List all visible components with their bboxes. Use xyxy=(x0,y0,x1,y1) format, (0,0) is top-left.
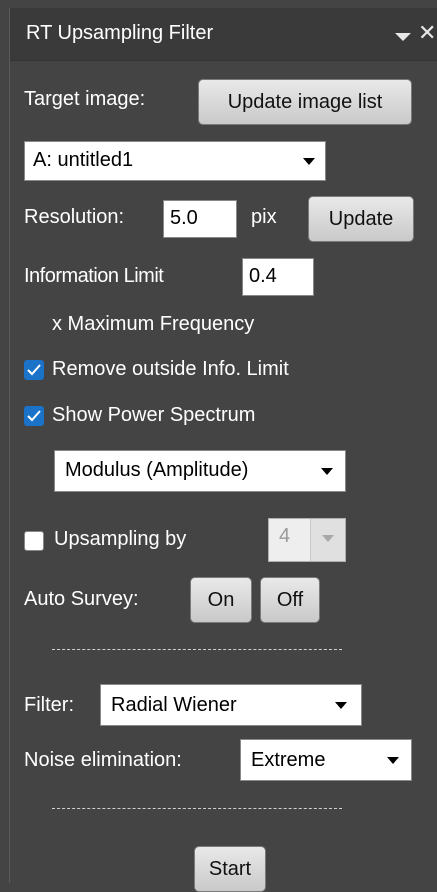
remove-outside-label: Remove outside Info. Limit xyxy=(52,358,289,380)
noise-elimination-value: Extreme xyxy=(251,749,326,771)
check-icon xyxy=(27,410,41,422)
filter-select[interactable]: Radial Wiener xyxy=(100,684,362,726)
chevron-down-icon xyxy=(303,158,315,165)
resolution-value: 5.0 xyxy=(170,207,198,229)
resolution-input[interactable]: 5.0 xyxy=(163,200,237,238)
spectrum-mode-value: Modulus (Amplitude) xyxy=(65,459,249,481)
information-limit-input[interactable]: 0.4 xyxy=(242,258,314,296)
resolution-update-button[interactable]: Update xyxy=(308,196,414,242)
show-power-spectrum-label: Show Power Spectrum xyxy=(52,404,256,426)
upsampling-factor-select[interactable]: 4 xyxy=(268,518,346,562)
separator xyxy=(52,808,342,809)
update-image-list-button[interactable]: Update image list xyxy=(198,79,412,125)
chevron-down-icon xyxy=(335,702,347,709)
auto-survey-on-button[interactable]: On xyxy=(190,577,252,623)
upsampling-factor-value: 4 xyxy=(279,525,291,547)
close-icon[interactable]: ✕ xyxy=(418,22,436,44)
chevron-down-icon xyxy=(310,519,345,561)
panel-title: RT Upsampling Filter xyxy=(26,22,214,44)
information-limit-value: 0.4 xyxy=(249,265,277,287)
information-limit-suffix: x Maximum Frequency xyxy=(52,313,255,335)
information-limit-label: Information Limit xyxy=(24,265,164,287)
check-icon xyxy=(27,364,41,376)
noise-elimination-label: Noise elimination: xyxy=(24,749,182,771)
upsampling-checkbox[interactable] xyxy=(24,531,44,551)
remove-outside-checkbox[interactable] xyxy=(24,360,44,380)
target-image-label: Target image: xyxy=(24,88,146,110)
filter-label: Filter: xyxy=(24,694,74,716)
filter-value: Radial Wiener xyxy=(111,694,237,716)
upsampling-label: Upsampling by xyxy=(54,528,187,550)
auto-survey-off-button[interactable]: Off xyxy=(260,577,320,623)
chevron-down-icon[interactable] xyxy=(395,33,411,41)
chevron-down-icon xyxy=(321,468,333,475)
resolution-unit: pix xyxy=(251,206,277,228)
target-image-select-value: A: untitled1 xyxy=(33,149,134,171)
filter-panel: RT Upsampling Filter ✕ Target image: Upd… xyxy=(9,8,437,892)
spectrum-mode-select[interactable]: Modulus (Amplitude) xyxy=(54,450,346,492)
resolution-label: Resolution: xyxy=(24,206,125,228)
show-power-spectrum-checkbox[interactable] xyxy=(24,406,44,426)
target-image-select[interactable]: A: untitled1 xyxy=(24,141,326,181)
start-button[interactable]: Start xyxy=(194,846,266,892)
noise-elimination-select[interactable]: Extreme xyxy=(240,739,412,781)
title-bar: RT Upsampling Filter ✕ xyxy=(10,8,437,61)
separator xyxy=(52,649,342,650)
auto-survey-label: Auto Survey: xyxy=(24,588,139,610)
chevron-down-icon xyxy=(387,757,399,764)
